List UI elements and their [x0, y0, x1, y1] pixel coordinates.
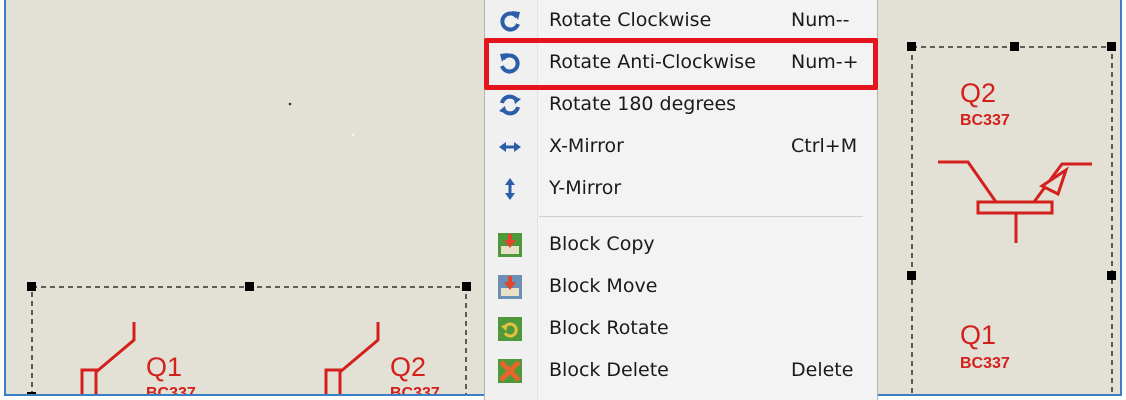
y-mirror-icon	[497, 176, 523, 202]
block-copy-icon	[497, 232, 523, 258]
selection-handle[interactable]	[27, 282, 36, 291]
grid-dot	[288, 102, 292, 106]
rotate-clockwise-icon	[497, 8, 523, 34]
selection-handle[interactable]	[245, 282, 254, 291]
selection-handle[interactable]	[1107, 42, 1116, 51]
menu-item-label: Block Move	[549, 275, 658, 297]
menu-item-label: Block Rotate	[549, 317, 669, 339]
grid-dot	[352, 134, 354, 136]
selection-handle[interactable]	[462, 282, 471, 291]
transistor-symbol-q1-left[interactable]	[80, 322, 136, 396]
menu-item-rotate-clockwise[interactable]: Rotate Clockwise Num--	[485, 0, 877, 40]
x-mirror-icon	[497, 134, 523, 160]
menu-item-block-copy[interactable]: Block Copy	[485, 224, 877, 264]
component-ref-q2-left: Q2	[390, 352, 427, 382]
component-ref-q1-left: Q1	[146, 352, 183, 382]
selection-handle[interactable]	[907, 42, 916, 51]
transistor-symbol-q2-left[interactable]	[324, 322, 380, 396]
right-selection-box[interactable]	[907, 42, 1116, 396]
menu-item-block-move[interactable]: Block Move	[485, 266, 877, 306]
component-ref-q1-right: Q1	[960, 320, 997, 350]
component-value-q1-left: BC337	[146, 385, 196, 396]
component-value-q1-right: BC337	[960, 355, 1010, 372]
component-value-q2-right: BC337	[960, 112, 1010, 129]
menu-item-label: Rotate Clockwise	[549, 9, 712, 31]
block-rotate-icon	[497, 316, 523, 342]
selection-handle[interactable]	[1107, 271, 1116, 280]
selection-handle[interactable]	[1010, 42, 1019, 51]
menu-item-block-delete[interactable]: Block Delete Delete	[485, 350, 877, 390]
menu-item-shortcut: Delete	[791, 359, 854, 381]
component-ref-q2-right: Q2	[960, 78, 997, 108]
highlight-box	[484, 38, 878, 90]
selection-handle[interactable]	[907, 271, 916, 280]
menu-item-shortcut: Num--	[791, 9, 850, 31]
menu-item-label: Block Copy	[549, 233, 655, 255]
menu-item-block-rotate[interactable]: Block Rotate	[485, 308, 877, 348]
menu-item-y-mirror[interactable]: Y-Mirror	[485, 168, 877, 208]
menu-item-label: Block Delete	[549, 359, 669, 381]
menu-item-label: Rotate 180 degrees	[549, 93, 737, 115]
menu-item-x-mirror[interactable]: X-Mirror Ctrl+M	[485, 126, 877, 166]
menu-separator	[539, 216, 863, 217]
rotate-180-icon	[497, 92, 523, 118]
block-delete-icon	[497, 358, 523, 384]
selection-handle[interactable]	[27, 392, 36, 396]
menu-item-shortcut: Ctrl+M	[791, 135, 858, 157]
menu-item-label: Y-Mirror	[549, 177, 622, 199]
block-move-icon	[497, 274, 523, 300]
menu-item-label: X-Mirror	[549, 135, 624, 157]
menu-item-rotate-180[interactable]: Rotate 180 degrees	[485, 84, 877, 124]
component-value-q2-left: BC337	[390, 385, 440, 396]
transistor-symbol-q2-right[interactable]	[938, 160, 1092, 243]
